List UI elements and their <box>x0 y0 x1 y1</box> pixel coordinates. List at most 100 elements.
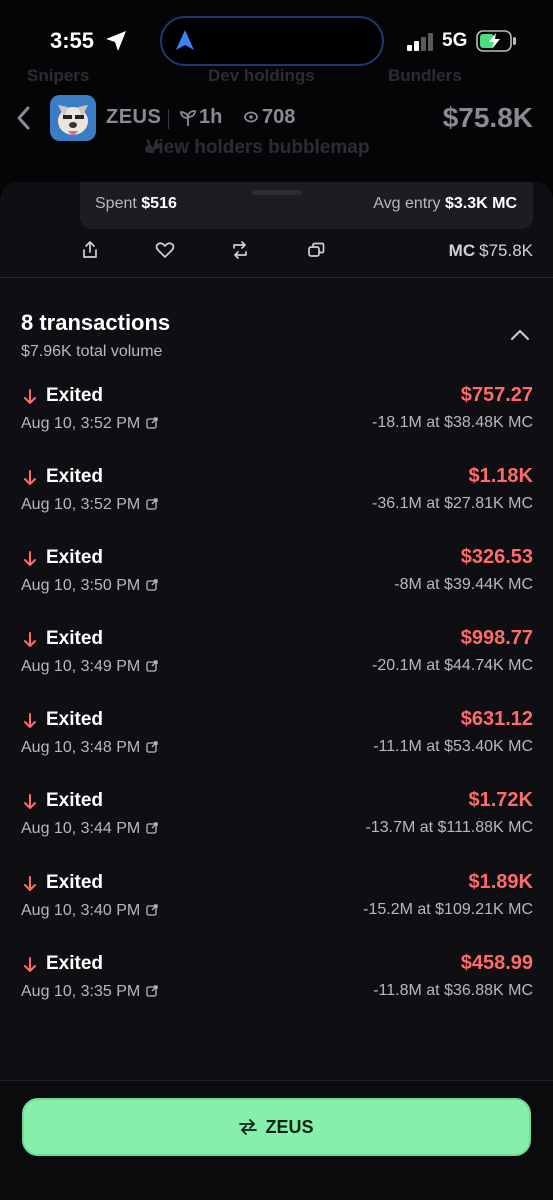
transaction-date-text: Aug 10, 3:49 PM <box>21 658 141 676</box>
transaction-date-text: Aug 10, 3:44 PM <box>21 820 141 838</box>
avg-entry-stat: Avg entry $3.3K MC <box>373 195 517 213</box>
arrow-down-icon <box>24 632 36 648</box>
copy-icon[interactable] <box>306 240 326 260</box>
transaction-amount: $757.27 <box>460 384 533 406</box>
arrow-down-icon <box>24 875 36 891</box>
action-row: MC $75.8K <box>0 240 553 264</box>
transactions-volume: $7.96K total volume <box>21 343 163 360</box>
transaction-date-text: Aug 10, 3:52 PM <box>21 496 141 514</box>
external-link-icon[interactable] <box>146 660 158 672</box>
arrow-down-icon <box>24 551 36 567</box>
token-name: ZEUS <box>106 106 162 128</box>
avg-entry-label: Avg entry <box>373 195 441 212</box>
transaction-date-text: Aug 10, 3:35 PM <box>21 982 141 1000</box>
status-bar: 3:55 5G <box>0 0 553 66</box>
transaction-row[interactable]: Exited Aug 10, 3:49 PM $998.77 -20.1M at… <box>0 625 553 706</box>
bubblemap-link[interactable]: View holders bubblemap <box>146 137 369 159</box>
transaction-type: Exited <box>46 871 104 893</box>
divider <box>0 277 553 278</box>
back-icon[interactable] <box>14 104 36 132</box>
transaction-type: Exited <box>46 790 104 812</box>
transaction-type: Exited <box>46 547 104 569</box>
tab-dev-holdings[interactable]: Dev holdings <box>208 66 315 86</box>
transaction-row[interactable]: Exited Aug 10, 3:48 PM $631.12 -11.1M at… <box>0 706 553 787</box>
avg-entry-value: $3.3K MC <box>444 195 517 212</box>
location-arrow-icon <box>106 31 126 51</box>
transaction-date: Aug 10, 3:50 PM <box>21 577 158 595</box>
arrow-down-icon <box>24 389 36 404</box>
mc-label: MC <box>448 241 476 260</box>
transactions-title: 8 transactions <box>21 310 171 335</box>
transaction-date: Aug 10, 3:35 PM <box>21 983 158 1001</box>
external-link-icon[interactable] <box>146 741 158 754</box>
arrow-down-icon <box>24 470 36 486</box>
transaction-type: Exited <box>46 385 104 406</box>
arrow-down-icon <box>24 794 36 810</box>
transaction-amount: $631.12 <box>460 708 533 731</box>
external-link-icon[interactable] <box>146 498 158 510</box>
transaction-row[interactable]: Exited Aug 10, 3:50 PM $326.53 -8M at $3… <box>0 544 553 625</box>
external-link-icon[interactable] <box>146 417 158 429</box>
view-count: 708 <box>262 106 296 128</box>
sheet-drag-handle[interactable] <box>252 190 302 195</box>
bottom-bar: ZEUS <box>0 1080 553 1200</box>
transaction-row[interactable]: Exited Aug 10, 3:40 PM $1.89K -15.2M at … <box>0 869 553 950</box>
dog-logo-icon <box>50 95 96 141</box>
eye-icon <box>244 111 258 123</box>
market-cap: MC $75.8K <box>449 241 533 261</box>
transaction-type: Exited <box>46 952 104 974</box>
heart-icon[interactable] <box>155 240 175 260</box>
transaction-detail: -11.1M at $53.40K MC <box>373 738 533 756</box>
spent-label: Spent <box>95 195 137 212</box>
signal-icon <box>407 33 433 51</box>
transaction-date: Aug 10, 3:52 PM <box>21 415 158 433</box>
navigation-icon <box>176 30 194 50</box>
swap-button[interactable]: ZEUS <box>22 1098 531 1156</box>
market-cap-header: $75.8K <box>442 102 533 133</box>
spent-stat: Spent $516 <box>95 195 177 213</box>
tab-snipers[interactable]: Snipers <box>27 66 89 86</box>
transaction-date-text: Aug 10, 3:50 PM <box>21 577 141 595</box>
status-time: 3:55 <box>50 28 95 53</box>
swap-button-label: ZEUS <box>265 1116 314 1137</box>
transaction-detail: -8M at $39.44K MC <box>394 576 533 594</box>
transaction-date-text: Aug 10, 3:40 PM <box>21 901 141 919</box>
background-tabs: Snipers Dev holdings Bundlers <box>0 66 553 90</box>
transaction-date: Aug 10, 3:49 PM <box>21 658 158 676</box>
external-link-icon[interactable] <box>146 579 158 591</box>
transaction-date: Aug 10, 3:52 PM <box>21 496 158 514</box>
transaction-amount: $1.89K <box>468 870 534 893</box>
token-avatar <box>50 95 96 141</box>
mc-value: $75.8K <box>479 241 533 260</box>
external-link-icon[interactable] <box>146 903 158 916</box>
transaction-detail: -36.1M at $27.81K MC <box>372 495 533 513</box>
external-link-icon[interactable] <box>146 822 158 835</box>
transaction-amount: $1.18K <box>468 465 534 488</box>
transaction-amount: $1.72K <box>468 789 534 812</box>
transaction-type: Exited <box>46 466 104 488</box>
transaction-date: Aug 10, 3:44 PM <box>21 820 158 838</box>
transaction-detail: -15.2M at $109.21K MC <box>363 900 533 918</box>
transaction-detail: -20.1M at $44.74K MC <box>372 657 533 675</box>
position-card: Spent $516 Avg entry $3.3K MC <box>80 182 533 229</box>
transaction-row[interactable]: Exited Aug 10, 3:52 PM $1.18K -36.1M at … <box>0 463 553 544</box>
external-link-icon[interactable] <box>146 985 158 997</box>
transactions-sheet: Spent $516 Avg entry $3.3K MC MC $75.8K 8… <box>0 182 553 1200</box>
transaction-row[interactable]: Exited Aug 10, 3:44 PM $1.72K -13.7M at … <box>0 787 553 868</box>
transaction-date: Aug 10, 3:40 PM <box>21 902 158 920</box>
transaction-date: Aug 10, 3:48 PM <box>21 739 158 757</box>
header-separator <box>168 109 169 129</box>
chevron-up-icon[interactable] <box>509 327 531 341</box>
spent-value: $516 <box>141 195 177 212</box>
transaction-row[interactable]: Exited Aug 10, 3:35 PM $458.99 -11.8M at… <box>0 950 553 1031</box>
transaction-type: Exited <box>46 709 104 731</box>
share-icon[interactable] <box>80 240 100 260</box>
arrow-down-icon <box>24 956 36 972</box>
tab-bundlers[interactable]: Bundlers <box>388 66 462 86</box>
transaction-date-text: Aug 10, 3:52 PM <box>21 415 141 432</box>
battery-charging-icon <box>476 30 516 52</box>
transaction-row[interactable]: Exited Aug 10, 3:52 PM $757.27 -18.1M at… <box>0 382 553 463</box>
repost-icon[interactable] <box>230 240 250 260</box>
transaction-amount: $458.99 <box>460 951 533 974</box>
transaction-list: Exited Aug 10, 3:52 PM $757.27 -18.1M at… <box>0 382 553 1031</box>
